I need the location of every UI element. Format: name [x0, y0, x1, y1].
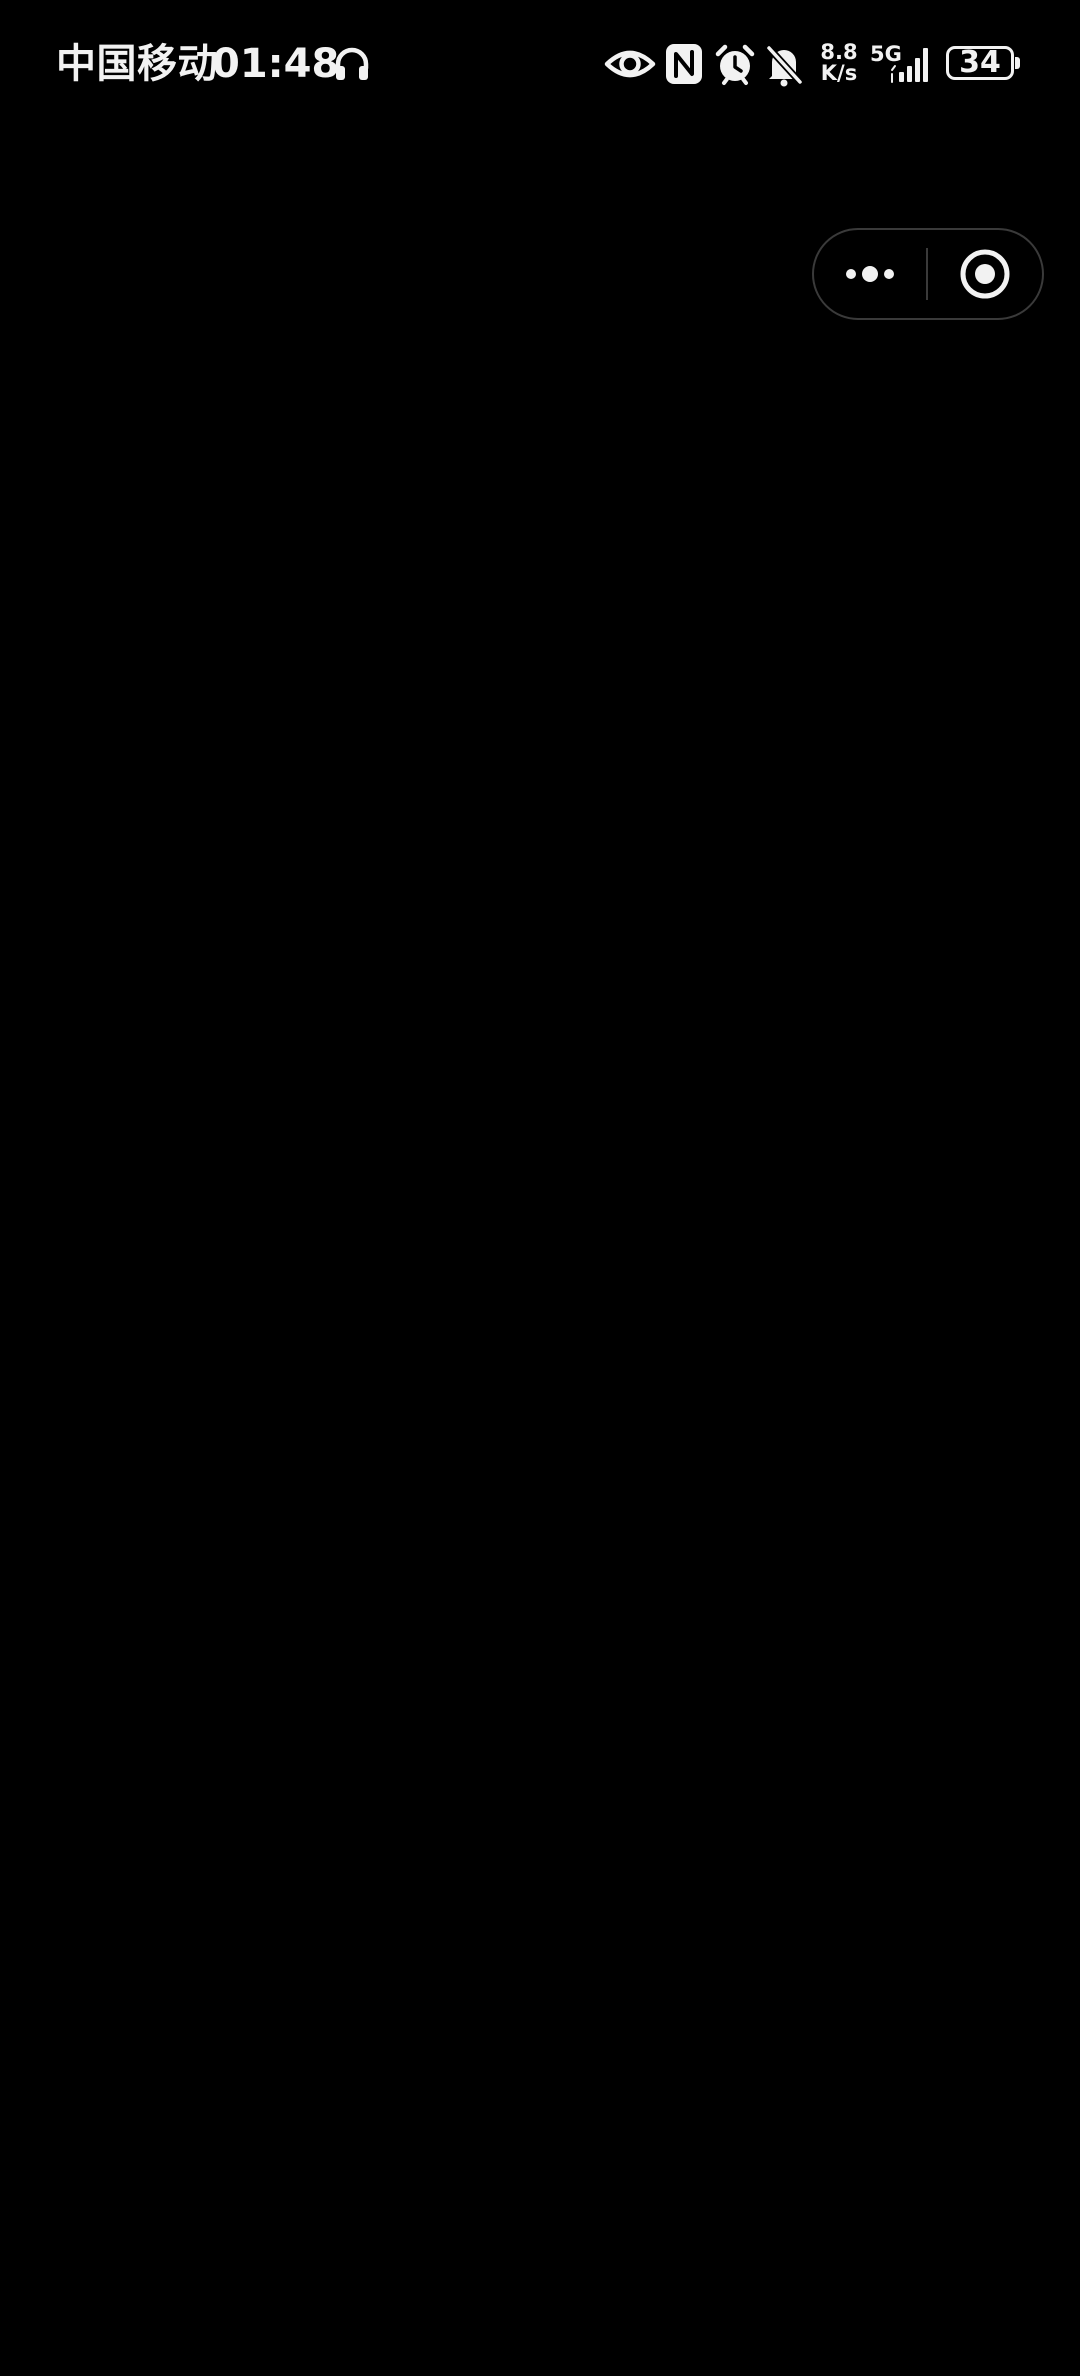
battery-cap	[1015, 57, 1020, 69]
page-content	[0, 132, 1080, 2376]
battery-level: 34	[959, 45, 1001, 80]
nfc-icon	[666, 44, 702, 84]
headset-icon	[335, 47, 369, 80]
battery-icon: 34	[946, 46, 1014, 80]
carrier-name: 中国移动	[56, 41, 218, 87]
bell-off-icon	[765, 44, 804, 87]
eye-icon	[604, 50, 656, 78]
network-speed: 8.8 K/s	[816, 42, 862, 84]
status-bar: 中国移动 01:48 8.8 K/s 5G 34	[0, 0, 1080, 132]
network-speed-value: 8.8	[820, 40, 858, 64]
signal-icon	[891, 48, 928, 83]
status-time: 01:48	[212, 41, 340, 87]
network-speed-unit: K/s	[820, 61, 858, 85]
alarm-icon	[715, 44, 755, 85]
